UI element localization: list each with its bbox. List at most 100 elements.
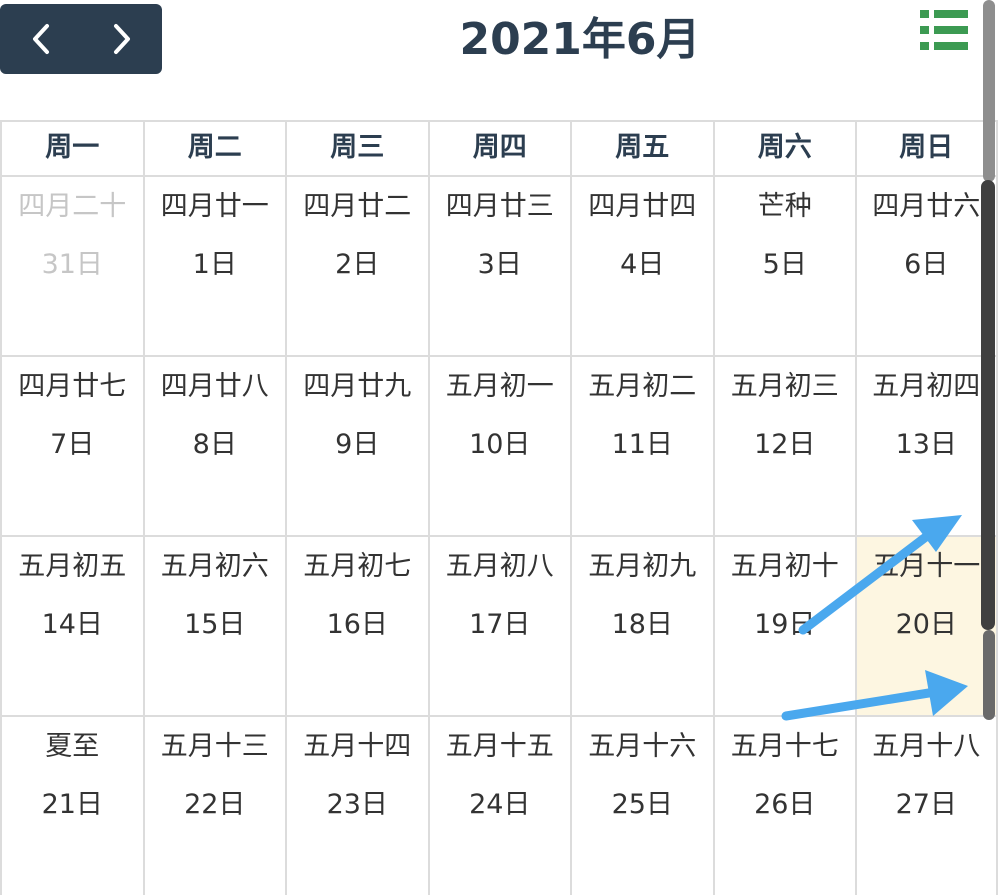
weekday-header: 周三 <box>285 120 428 175</box>
lunar-date: 五月初一 <box>445 371 554 402</box>
scrollbar-thumb[interactable] <box>981 180 995 630</box>
solar-date: 23日 <box>326 789 388 820</box>
solar-date: 20日 <box>895 609 957 640</box>
solar-date: 19日 <box>754 609 816 640</box>
day-cell[interactable]: 四月二十 31日 <box>0 175 143 355</box>
lunar-date: 五月十五 <box>445 731 554 762</box>
lunar-date: 五月初二 <box>588 371 697 402</box>
day-cell[interactable]: 芒种 5日 <box>712 175 855 355</box>
lunar-date: 五月初十 <box>730 551 839 582</box>
day-cell[interactable]: 四月廿三 3日 <box>427 175 570 355</box>
day-cell[interactable]: 五月十四 23日 <box>285 715 428 895</box>
lunar-date: 五月十三 <box>160 731 269 762</box>
solar-date: 27日 <box>895 789 957 820</box>
solar-date: 21日 <box>41 789 103 820</box>
list-view-button[interactable] <box>920 10 970 50</box>
day-cell[interactable]: 五月十七 26日 <box>712 715 855 895</box>
day-cell[interactable]: 五月初二 11日 <box>570 355 713 535</box>
solar-date: 26日 <box>754 789 816 820</box>
solar-date: 13日 <box>895 429 957 460</box>
lunar-date: 五月十六 <box>588 731 697 762</box>
day-cell[interactable]: 五月初九 18日 <box>570 535 713 715</box>
day-cell[interactable]: 四月廿四 4日 <box>570 175 713 355</box>
solar-date: 2日 <box>335 249 380 280</box>
weekday-header: 周五 <box>570 120 713 175</box>
lunar-date: 四月廿七 <box>18 371 127 402</box>
week-row: 五月初五 14日 五月初六 15日 五月初七 16日 五月初八 17日 五月初九 18日 五月初十 1… <box>0 535 998 715</box>
solar-date: 22日 <box>184 789 246 820</box>
day-cell[interactable]: 五月十五 24日 <box>427 715 570 895</box>
solar-date: 10日 <box>469 429 531 460</box>
calendar-grid: 周一 周二 周三 周四 周五 周六 周日 四月二十 31日 四月廿一 1日 四月廿二 2日… <box>0 120 998 895</box>
lunar-date: 四月廿一 <box>160 191 269 222</box>
solar-date: 4日 <box>620 249 665 280</box>
solar-date: 18日 <box>611 609 673 640</box>
solar-date: 3日 <box>477 249 522 280</box>
lunar-date: 四月廿二 <box>303 191 412 222</box>
lunar-date: 五月十七 <box>730 731 839 762</box>
day-cell-today[interactable]: 五月十一 20日 <box>855 535 998 715</box>
solar-date: 11日 <box>611 429 673 460</box>
solar-date: 9日 <box>335 429 380 460</box>
day-cell[interactable]: 四月廿九 9日 <box>285 355 428 535</box>
solar-date: 1日 <box>192 249 237 280</box>
day-cell[interactable]: 五月十三 22日 <box>142 715 285 895</box>
weeks-container: 四月二十 31日 四月廿一 1日 四月廿二 2日 四月廿三 3日 四月廿四 4日 芒种 5日 四月廿六 6… <box>0 175 998 895</box>
lunar-date: 四月廿八 <box>160 371 269 402</box>
scrollbar-track[interactable] <box>983 0 995 182</box>
day-cell[interactable]: 五月十八 27日 <box>855 715 998 895</box>
lunar-date: 五月十八 <box>872 731 981 762</box>
lunar-date: 芒种 <box>757 191 812 222</box>
calendar-title: 2021年6月 <box>459 14 701 65</box>
scrollbar-track-lower[interactable] <box>983 630 995 720</box>
day-cell[interactable]: 五月初一 10日 <box>427 355 570 535</box>
day-cell[interactable]: 五月初五 14日 <box>0 535 143 715</box>
lunar-date: 五月十一 <box>872 551 981 582</box>
lunar-date: 四月廿六 <box>872 191 981 222</box>
lunar-date: 四月廿三 <box>445 191 554 222</box>
lunar-date: 五月初七 <box>303 551 412 582</box>
day-cell[interactable]: 五月初六 15日 <box>142 535 285 715</box>
lunar-date: 四月廿四 <box>588 191 697 222</box>
day-cell[interactable]: 四月廿六 6日 <box>855 175 998 355</box>
solar-date: 5日 <box>762 249 807 280</box>
solar-date: 17日 <box>469 609 531 640</box>
chevron-right-icon <box>113 24 130 54</box>
solar-date: 7日 <box>50 429 95 460</box>
weekday-header: 周四 <box>427 120 570 175</box>
day-cell[interactable]: 五月十六 25日 <box>570 715 713 895</box>
week-row: 夏至 21日 五月十三 22日 五月十四 23日 五月十五 24日 五月十六 25日 五月十七 26日… <box>0 715 998 895</box>
solar-date: 31日 <box>41 249 103 280</box>
day-cell[interactable]: 五月初七 16日 <box>285 535 428 715</box>
day-cell[interactable]: 五月初四 13日 <box>855 355 998 535</box>
weekday-header: 周日 <box>855 120 998 175</box>
chevron-left-icon <box>32 24 49 54</box>
lunar-date: 五月十四 <box>303 731 412 762</box>
lunar-date: 五月初八 <box>445 551 554 582</box>
lunar-date: 五月初三 <box>730 371 839 402</box>
weekday-header: 周一 <box>0 120 143 175</box>
solar-date: 8日 <box>192 429 237 460</box>
day-cell[interactable]: 五月初八 17日 <box>427 535 570 715</box>
solar-date: 15日 <box>184 609 246 640</box>
week-row: 四月廿七 7日 四月廿八 8日 四月廿九 9日 五月初一 10日 五月初二 11日 五月初三 12日五… <box>0 355 998 535</box>
day-cell[interactable]: 四月廿二 2日 <box>285 175 428 355</box>
day-cell[interactable]: 夏至 21日 <box>0 715 143 895</box>
weekday-header-row: 周一 周二 周三 周四 周五 周六 周日 <box>0 120 998 175</box>
next-month-button[interactable] <box>81 4 162 74</box>
week-row: 四月二十 31日 四月廿一 1日 四月廿二 2日 四月廿三 3日 四月廿四 4日 芒种 5日 四月廿六 6… <box>0 175 998 355</box>
weekday-header: 周二 <box>142 120 285 175</box>
lunar-date: 五月初九 <box>588 551 697 582</box>
solar-date: 12日 <box>754 429 816 460</box>
solar-date: 25日 <box>611 789 673 820</box>
day-cell[interactable]: 五月初三 12日 <box>712 355 855 535</box>
day-cell[interactable]: 四月廿一 1日 <box>142 175 285 355</box>
day-cell[interactable]: 四月廿八 8日 <box>142 355 285 535</box>
day-cell[interactable]: 四月廿七 7日 <box>0 355 143 535</box>
weekday-header: 周六 <box>712 120 855 175</box>
lunar-date: 五月初六 <box>160 551 269 582</box>
solar-date: 14日 <box>41 609 103 640</box>
lunar-date: 五月初四 <box>872 371 981 402</box>
day-cell[interactable]: 五月初十 19日 <box>712 535 855 715</box>
prev-month-button[interactable] <box>0 4 81 74</box>
